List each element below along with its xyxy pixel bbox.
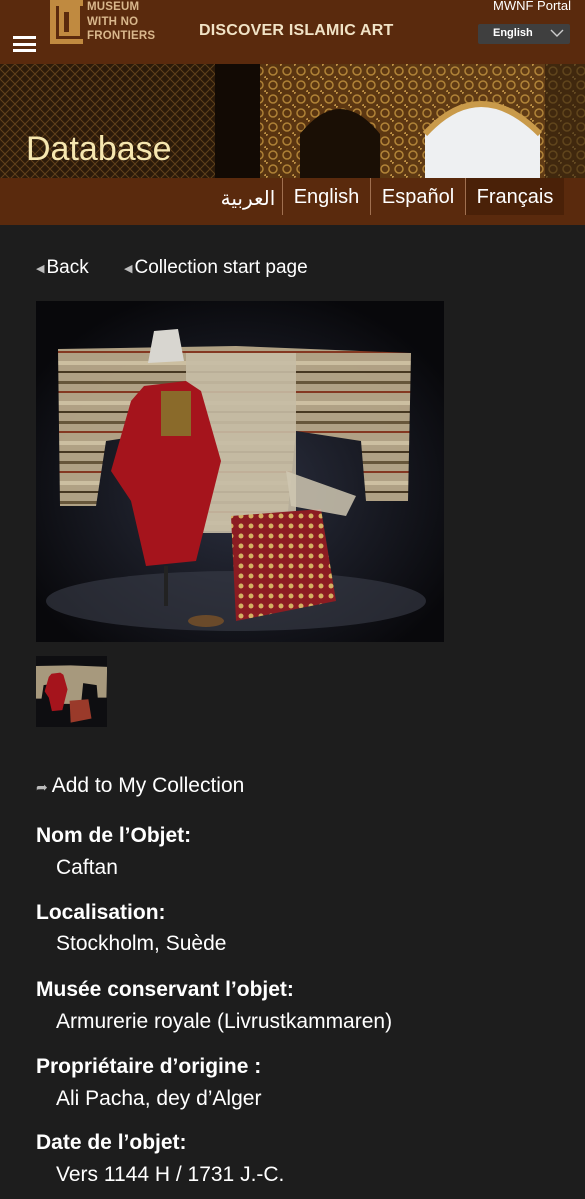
forward-arrow-icon: ➦ bbox=[36, 779, 48, 795]
object-main-image[interactable] bbox=[36, 301, 444, 642]
lang-tab-english[interactable]: English bbox=[282, 178, 370, 215]
field-value-object-name: Caftan bbox=[56, 856, 118, 879]
page-title: Database bbox=[26, 130, 172, 168]
add-to-collection-label: Add to My Collection bbox=[51, 774, 245, 797]
field-value-location: Stockholm, Suède bbox=[56, 932, 227, 955]
caftan-photo bbox=[36, 301, 444, 642]
back-arrow-icon: ◀ bbox=[36, 263, 45, 275]
language-select-value: English bbox=[493, 27, 533, 39]
portal-link[interactable]: MWNF Portal bbox=[493, 0, 571, 13]
lang-tab-arabic[interactable]: العربية bbox=[214, 178, 282, 215]
top-header: MUSEUM WITH NO FRONTIERS DISCOVER ISLAMI… bbox=[0, 0, 585, 64]
add-to-collection-link[interactable]: ➦ Add to My Collection bbox=[36, 774, 244, 798]
language-select[interactable]: English bbox=[478, 24, 570, 44]
back-arrow-icon: ◀ bbox=[124, 263, 133, 275]
field-value-date: Vers 1144 H / 1731 J.-C. bbox=[56, 1163, 285, 1186]
logo-text: MUSEUM WITH NO FRONTIERS bbox=[87, 1, 156, 42]
field-label-object-name: Nom de l’Objet: bbox=[36, 824, 192, 847]
page-banner: Database bbox=[0, 64, 585, 178]
site-title[interactable]: DISCOVER ISLAMIC ART bbox=[199, 22, 394, 40]
caftan-thumbnail-photo bbox=[36, 656, 107, 727]
field-value-museum: Armurerie royale (Livrustkammaren) bbox=[56, 1010, 393, 1033]
lang-tab-french[interactable]: Français bbox=[465, 178, 564, 215]
object-thumbnail[interactable] bbox=[36, 656, 107, 727]
field-label-location: Localisation: bbox=[36, 901, 166, 924]
logo-mark-icon bbox=[50, 0, 83, 44]
language-bar: العربية English Español Français bbox=[0, 178, 585, 225]
field-label-date: Date de l’objet: bbox=[36, 1131, 187, 1154]
back-link[interactable]: ◀ Back bbox=[36, 257, 89, 279]
hamburger-menu-icon[interactable] bbox=[13, 36, 36, 52]
field-label-museum: Musée conservant l’objet: bbox=[36, 978, 294, 1001]
museum-logo[interactable]: MUSEUM WITH NO FRONTIERS bbox=[50, 0, 160, 46]
collection-start-label: Collection start page bbox=[134, 257, 308, 278]
lang-tab-spanish[interactable]: Español bbox=[370, 178, 465, 215]
collection-start-link[interactable]: ◀ Collection start page bbox=[124, 257, 308, 279]
field-label-original-owner: Propriétaire d’origine : bbox=[36, 1055, 262, 1078]
chevron-down-icon bbox=[550, 29, 564, 37]
field-value-original-owner: Ali Pacha, dey d’Alger bbox=[56, 1087, 262, 1110]
back-link-label: Back bbox=[46, 257, 89, 278]
